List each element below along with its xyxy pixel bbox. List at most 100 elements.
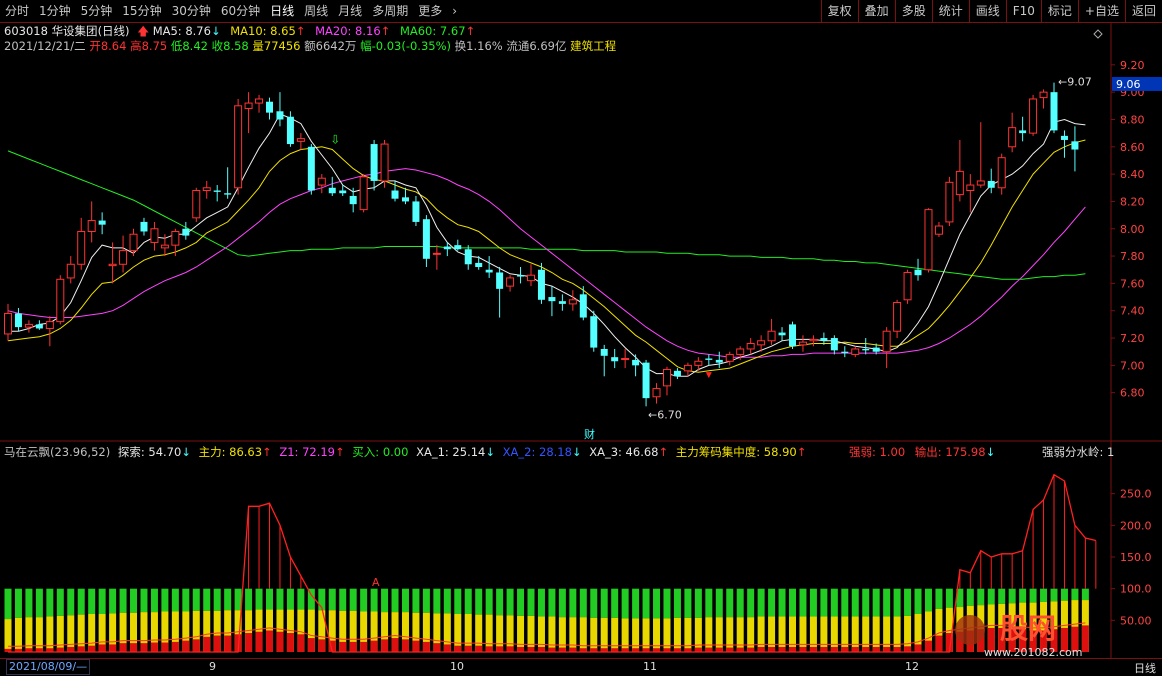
candle-body bbox=[736, 348, 745, 355]
shuchu-value: 输出: 175.98 bbox=[914, 445, 986, 459]
candle-body bbox=[77, 230, 86, 265]
month-label-12: 12 bbox=[905, 660, 919, 673]
red-bar bbox=[789, 646, 796, 652]
red-bar bbox=[569, 647, 577, 652]
red-bar bbox=[757, 646, 765, 652]
current-price-label: 9.06 bbox=[1116, 78, 1141, 91]
green-bar bbox=[245, 588, 253, 611]
green-bar bbox=[349, 588, 357, 611]
green-bar bbox=[56, 588, 64, 616]
red-bar bbox=[203, 636, 211, 652]
time-axis bbox=[0, 658, 1162, 676]
yellow-bar bbox=[799, 616, 807, 652]
green-bar bbox=[684, 588, 692, 618]
candle-body bbox=[66, 263, 75, 279]
green-bar bbox=[422, 588, 430, 613]
price-tick-label: 8.80 bbox=[1120, 113, 1145, 126]
candle-body bbox=[286, 116, 294, 145]
xa3-up-icon: ↑ bbox=[658, 445, 669, 459]
green-bar bbox=[830, 588, 838, 617]
candle-body bbox=[454, 245, 462, 250]
yellow-bar bbox=[579, 617, 587, 652]
red-bar bbox=[830, 646, 838, 652]
green-bar bbox=[25, 588, 33, 618]
candle-body bbox=[339, 190, 347, 194]
candle-body bbox=[108, 263, 117, 267]
price-tick-label: 8.60 bbox=[1120, 141, 1145, 154]
green-bar bbox=[46, 588, 54, 617]
price-tick-label: 7.00 bbox=[1120, 359, 1145, 372]
mairu-value: 买入: 0.00 bbox=[352, 445, 409, 459]
red-bar bbox=[255, 631, 263, 652]
candle-body bbox=[192, 190, 201, 219]
yellow-bar bbox=[600, 617, 608, 652]
candle-body bbox=[464, 249, 472, 265]
candle-body bbox=[642, 362, 650, 399]
candle-body bbox=[568, 299, 577, 305]
shuchu-down-icon: ↓ bbox=[985, 445, 996, 459]
candle-body bbox=[893, 302, 902, 332]
candle-body bbox=[841, 351, 849, 354]
a-signal-label: A bbox=[372, 576, 380, 589]
yellow-bar bbox=[67, 615, 75, 652]
green-bar bbox=[726, 588, 734, 618]
yellow-bar bbox=[747, 617, 755, 652]
yellow-bar bbox=[35, 617, 43, 652]
red-bar bbox=[182, 640, 190, 652]
candle-body bbox=[98, 220, 106, 225]
green-bar bbox=[747, 588, 755, 618]
red-bar bbox=[77, 646, 85, 652]
yellow-bar bbox=[632, 618, 640, 652]
candle-body bbox=[401, 197, 409, 202]
candle-body bbox=[87, 220, 96, 232]
kline-chart[interactable]: 9.209.008.808.608.408.208.007.807.607.40… bbox=[0, 0, 1162, 675]
green-bar bbox=[883, 588, 891, 617]
red-bar bbox=[820, 646, 828, 652]
yellow-bar bbox=[872, 616, 880, 652]
red-bar bbox=[924, 640, 932, 652]
yellow-bar bbox=[883, 616, 891, 652]
candle-body bbox=[652, 388, 661, 398]
candle-body bbox=[276, 111, 284, 120]
red-bar bbox=[736, 647, 744, 652]
green-bar bbox=[4, 588, 12, 620]
green-bar bbox=[98, 588, 106, 614]
indicator-tick-label: 100.0 bbox=[1120, 583, 1152, 596]
candle-body bbox=[558, 301, 566, 304]
green-bar bbox=[67, 588, 75, 616]
buy-signal-icon bbox=[705, 372, 712, 379]
indicator-header-right: 强弱: 1.00 输出: 175.98↓ bbox=[849, 444, 995, 460]
green-bar bbox=[182, 588, 190, 612]
zhuli-value: 主力: 86.63 bbox=[198, 445, 263, 459]
price-tick-label: 8.40 bbox=[1120, 168, 1145, 181]
price-tick-label: 8.00 bbox=[1120, 223, 1145, 236]
candle-body bbox=[673, 370, 681, 377]
red-bar bbox=[88, 645, 96, 652]
jizhong-value: 主力筹码集中度: 58.90 bbox=[675, 445, 797, 459]
yellow-bar bbox=[684, 617, 692, 652]
green-bar bbox=[109, 588, 117, 614]
xa3-value: XA_3: 46.68 bbox=[589, 445, 659, 459]
yellow-bar bbox=[726, 617, 734, 652]
green-bar bbox=[412, 588, 420, 613]
price-tick-label: 7.40 bbox=[1120, 305, 1145, 318]
candle-body bbox=[694, 360, 703, 366]
candle-body bbox=[140, 221, 148, 232]
candle-body bbox=[1071, 141, 1079, 150]
candle-body bbox=[412, 201, 420, 222]
xa1-value: XA_1: 25.14 bbox=[416, 445, 486, 459]
xa2-down-icon: ↓ bbox=[571, 445, 582, 459]
start-date[interactable]: 2021/08/09/— bbox=[6, 659, 91, 675]
xa2-value: XA_2: 28.18 bbox=[502, 445, 572, 459]
candle-body bbox=[705, 358, 713, 360]
candle-body bbox=[4, 312, 12, 335]
candle-body bbox=[757, 340, 766, 346]
candle-body bbox=[767, 330, 776, 342]
red-bar bbox=[286, 633, 294, 652]
green-bar bbox=[736, 588, 744, 618]
red-bar bbox=[715, 647, 723, 652]
yellow-bar bbox=[736, 617, 744, 652]
candle-body bbox=[244, 102, 253, 110]
yellow-bar bbox=[548, 616, 556, 652]
diamond-icon bbox=[1093, 29, 1103, 39]
